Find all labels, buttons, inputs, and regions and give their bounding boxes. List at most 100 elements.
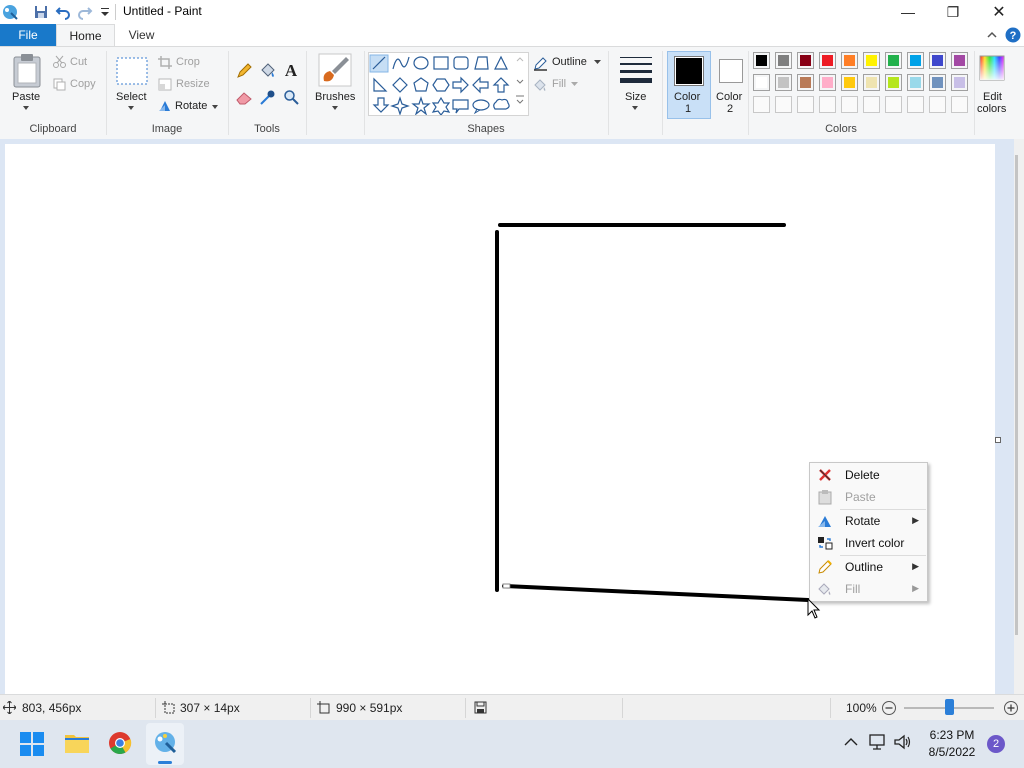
outline-dropdown-icon[interactable] xyxy=(594,60,601,65)
palette-swatch[interactable] xyxy=(885,96,902,113)
color2-label[interactable]: Color xyxy=(716,91,742,103)
palette-swatch[interactable] xyxy=(753,96,770,113)
five-point-star-shape-icon[interactable] xyxy=(411,96,431,116)
palette-swatch[interactable] xyxy=(929,74,946,91)
palette-swatch[interactable] xyxy=(907,52,924,69)
palette-swatch[interactable] xyxy=(907,96,924,113)
palette-swatch[interactable] xyxy=(753,52,770,69)
paint-app-icon[interactable] xyxy=(2,4,18,20)
palette-swatch[interactable] xyxy=(797,52,814,69)
save-icon[interactable] xyxy=(33,4,49,20)
palette-swatch[interactable] xyxy=(775,74,792,91)
color-picker-icon[interactable] xyxy=(259,89,276,106)
palette-swatch[interactable] xyxy=(819,96,836,113)
zoom-out-icon[interactable] xyxy=(881,700,897,716)
palette-swatch[interactable] xyxy=(775,52,792,69)
maximize-button[interactable]: ❐ xyxy=(930,0,976,24)
tab-view[interactable]: View xyxy=(113,24,170,46)
six-point-star-shape-icon[interactable] xyxy=(431,96,451,116)
zoom-slider-thumb[interactable] xyxy=(945,699,954,715)
clock-date[interactable]: 8/5/2022 xyxy=(922,745,982,759)
select-button[interactable]: Select xyxy=(116,91,147,103)
context-menu-delete[interactable]: Delete xyxy=(810,464,927,486)
palette-swatch[interactable] xyxy=(841,74,858,91)
triangle-shape-icon[interactable] xyxy=(494,55,508,70)
clock-time[interactable]: 6:23 PM xyxy=(926,728,978,742)
show-hidden-icons-icon[interactable] xyxy=(844,737,858,747)
palette-swatch[interactable] xyxy=(929,52,946,69)
tab-file[interactable]: File xyxy=(0,24,56,46)
pencil-icon[interactable] xyxy=(236,63,252,79)
size-dropdown-icon[interactable] xyxy=(631,105,639,111)
help-icon[interactable]: ? xyxy=(1005,27,1021,43)
paste-icon[interactable] xyxy=(12,53,42,89)
context-menu-paste[interactable]: Paste xyxy=(810,486,927,508)
palette-swatch[interactable] xyxy=(929,96,946,113)
paste-dropdown-icon[interactable] xyxy=(22,105,30,111)
text-tool-icon[interactable]: A xyxy=(283,61,299,79)
vertical-scrollbar-thumb[interactable] xyxy=(1015,155,1018,635)
curve-shape-icon[interactable] xyxy=(392,56,410,70)
hexagon-shape-icon[interactable] xyxy=(432,78,450,92)
notification-badge[interactable]: 2 xyxy=(987,735,1005,753)
rectangular-callout-shape-icon[interactable] xyxy=(452,99,469,114)
palette-swatch[interactable] xyxy=(907,74,924,91)
palette-swatch[interactable] xyxy=(841,96,858,113)
four-point-star-shape-icon[interactable] xyxy=(390,96,410,116)
brushes-button[interactable]: Brushes xyxy=(315,91,355,103)
resize-button[interactable]: Resize xyxy=(176,78,210,90)
outline-button[interactable]: Outline xyxy=(552,56,587,68)
cut-button[interactable]: Cut xyxy=(70,56,87,68)
oval-callout-shape-icon[interactable] xyxy=(472,99,490,115)
palette-swatch[interactable] xyxy=(885,74,902,91)
palette-swatch[interactable] xyxy=(797,96,814,113)
pentagon-shape-icon[interactable] xyxy=(413,77,429,92)
file-explorer-icon[interactable] xyxy=(64,732,90,754)
brushes-dropdown-icon[interactable] xyxy=(331,105,339,111)
palette-swatch[interactable] xyxy=(753,74,770,91)
polygon-shape-icon[interactable] xyxy=(474,56,489,70)
diamond-shape-icon[interactable] xyxy=(392,77,408,93)
eraser-icon[interactable] xyxy=(236,91,253,105)
palette-swatch[interactable] xyxy=(863,52,880,69)
context-menu-fill[interactable]: Fill ▶ xyxy=(810,578,927,600)
fill-bucket-icon[interactable] xyxy=(259,62,276,79)
edit-colors-icon[interactable] xyxy=(979,55,1005,81)
paint-taskbar-button[interactable] xyxy=(146,723,184,765)
color2-swatch-frame[interactable] xyxy=(719,59,743,83)
size-icon[interactable] xyxy=(619,55,653,85)
select-icon[interactable] xyxy=(116,57,148,85)
rotate-button[interactable]: Rotate xyxy=(175,100,207,112)
start-button-icon[interactable] xyxy=(20,732,44,756)
chrome-icon[interactable] xyxy=(108,731,132,755)
line-start-handle[interactable] xyxy=(502,583,511,589)
collapse-ribbon-icon[interactable] xyxy=(986,29,998,41)
left-arrow-shape-icon[interactable] xyxy=(472,76,489,94)
context-menu-invert-color[interactable]: Invert color xyxy=(810,532,927,554)
tab-home[interactable]: Home xyxy=(56,24,115,46)
fill-dropdown-icon[interactable] xyxy=(571,82,578,87)
palette-swatch[interactable] xyxy=(841,52,858,69)
rotate-dropdown-icon[interactable] xyxy=(211,104,219,110)
up-arrow-shape-icon[interactable] xyxy=(492,77,510,93)
select-dropdown-icon[interactable] xyxy=(127,105,135,111)
palette-swatch[interactable] xyxy=(775,96,792,113)
network-icon[interactable] xyxy=(868,734,886,750)
paste-button[interactable]: Paste xyxy=(12,91,40,103)
right-arrow-shape-icon[interactable] xyxy=(452,76,469,94)
context-menu-rotate[interactable]: Rotate ▶ xyxy=(810,510,927,532)
palette-swatch[interactable] xyxy=(951,74,968,91)
palette-swatch[interactable] xyxy=(863,74,880,91)
palette-swatch[interactable] xyxy=(863,96,880,113)
canvas-resize-handle[interactable] xyxy=(995,437,1001,443)
brushes-icon[interactable] xyxy=(318,53,352,87)
right-triangle-shape-icon[interactable] xyxy=(373,77,388,92)
undo-icon[interactable] xyxy=(55,4,71,20)
palette-swatch[interactable] xyxy=(819,74,836,91)
palette-swatch[interactable] xyxy=(819,52,836,69)
palette-swatch[interactable] xyxy=(797,74,814,91)
palette-swatch[interactable] xyxy=(885,52,902,69)
down-arrow-shape-icon[interactable] xyxy=(372,97,390,113)
rectangle-shape-icon[interactable] xyxy=(433,56,449,70)
rounded-rectangle-shape-icon[interactable] xyxy=(453,56,469,70)
